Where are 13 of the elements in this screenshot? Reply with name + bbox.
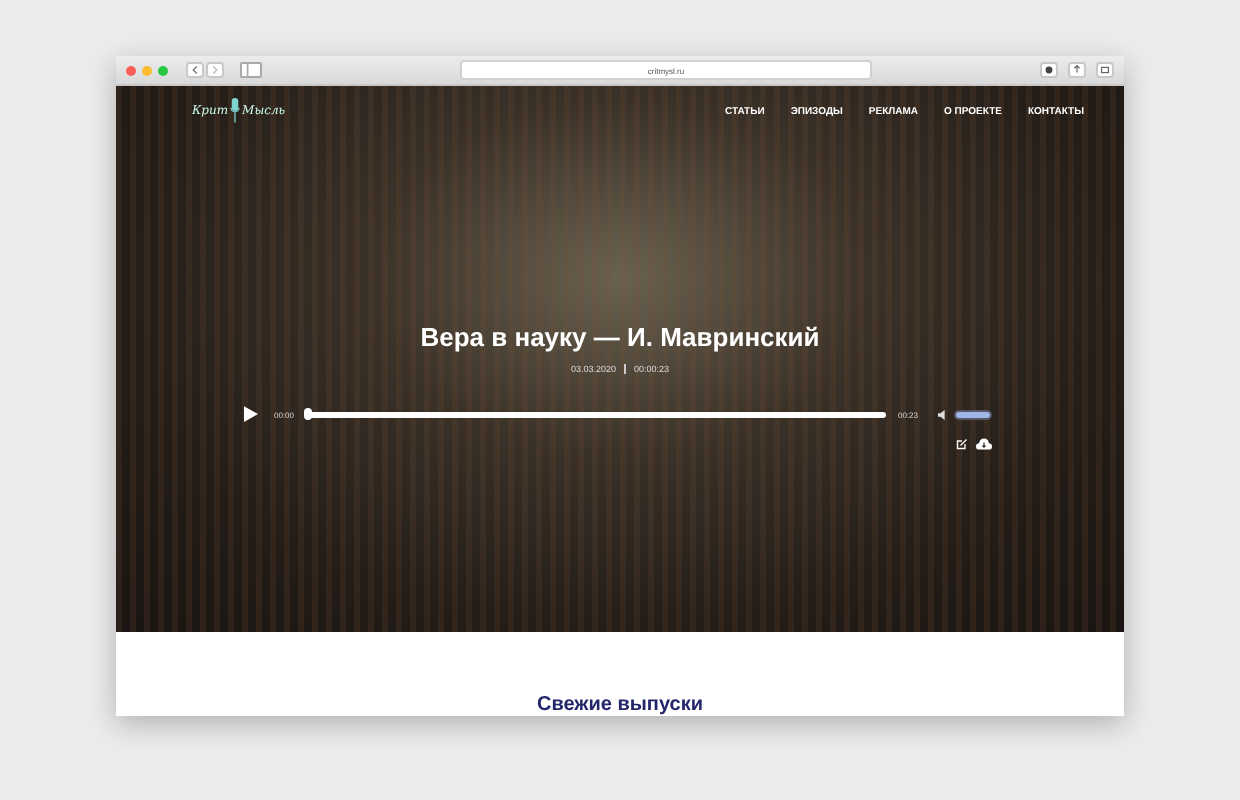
edit-icon[interactable]: [956, 438, 968, 450]
share-icon[interactable]: [1068, 62, 1086, 78]
tabs-icon[interactable]: [1096, 62, 1114, 78]
back-icon[interactable]: [186, 62, 204, 78]
microphone-icon: [230, 98, 241, 124]
cloud-download-icon[interactable]: [976, 438, 992, 450]
volume-icon[interactable]: [938, 409, 948, 419]
section-heading: Свежие выпуски: [537, 694, 703, 716]
playhead[interactable]: [304, 408, 313, 420]
episode-title: Вера в науку — И. Мавринский: [420, 322, 820, 352]
progress-track[interactable]: [306, 411, 886, 417]
extension-icon[interactable]: [1040, 62, 1058, 78]
play-icon[interactable]: [244, 406, 258, 422]
